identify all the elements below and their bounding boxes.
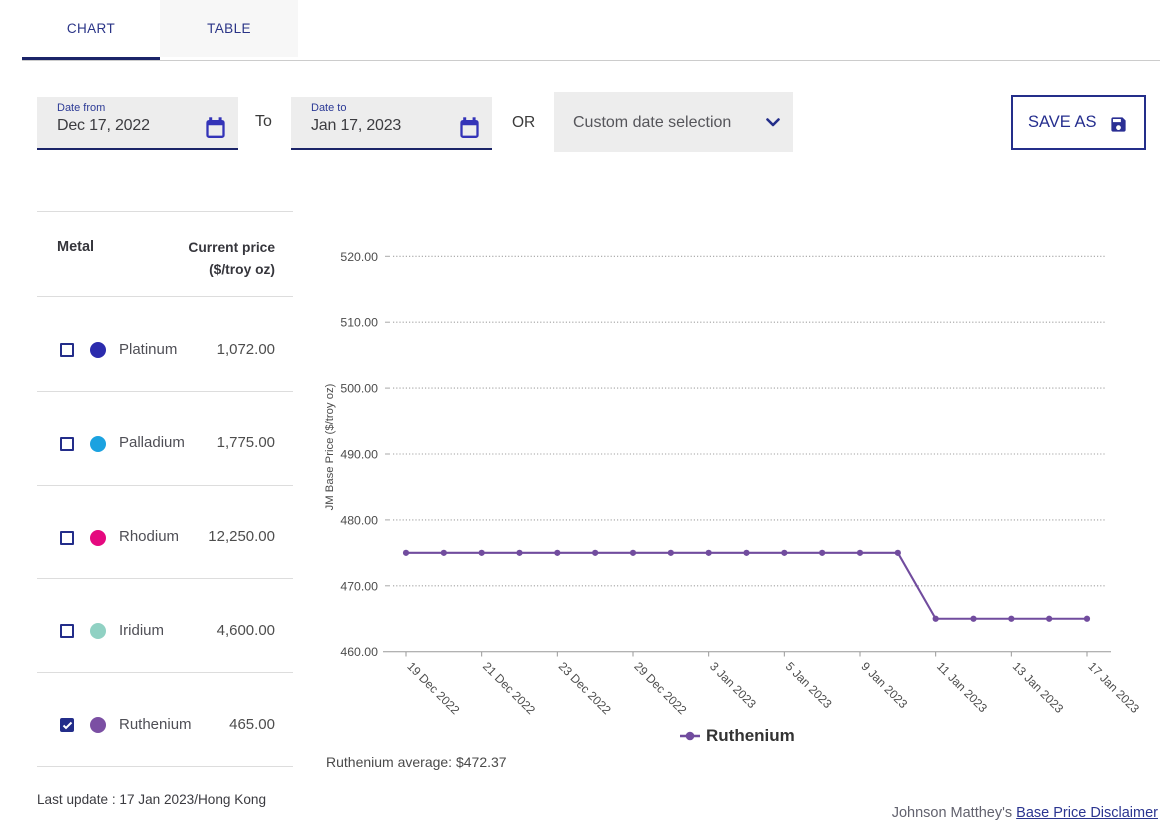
- svg-text:29 Dec 2022: 29 Dec 2022: [631, 659, 689, 717]
- svg-text:490.00: 490.00: [340, 448, 378, 462]
- svg-text:9 Jan 2023: 9 Jan 2023: [858, 659, 910, 711]
- svg-text:520.00: 520.00: [340, 250, 378, 264]
- svg-text:17 Jan 2023: 17 Jan 2023: [1085, 659, 1142, 716]
- svg-text:5 Jan 2023: 5 Jan 2023: [783, 659, 835, 711]
- svg-text:3 Jan 2023: 3 Jan 2023: [707, 659, 759, 711]
- svg-text:500.00: 500.00: [340, 382, 378, 396]
- svg-text:11 Jan 2023: 11 Jan 2023: [934, 659, 990, 715]
- svg-text:460.00: 460.00: [340, 645, 378, 659]
- svg-text:480.00: 480.00: [340, 513, 378, 527]
- svg-text:JM Base Price ($/troy oz): JM Base Price ($/troy oz): [324, 383, 336, 510]
- svg-text:23 Dec 2022: 23 Dec 2022: [556, 659, 614, 717]
- svg-text:13 Jan 2023: 13 Jan 2023: [1010, 659, 1067, 716]
- svg-text:21 Dec 2022: 21 Dec 2022: [480, 659, 538, 717]
- svg-text:510.00: 510.00: [340, 316, 378, 330]
- svg-text:470.00: 470.00: [340, 579, 378, 593]
- svg-text:19 Dec 2022: 19 Dec 2022: [404, 659, 462, 717]
